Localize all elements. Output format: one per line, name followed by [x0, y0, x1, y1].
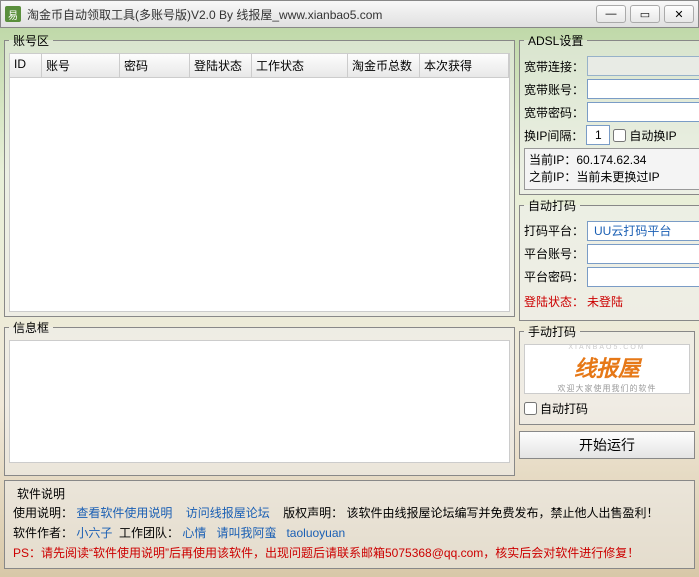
adsl-group: ADSL设置 宽带连接： 宽带账号： 宽带密码： 换IP间隔： 自动换IP 当前… — [519, 32, 699, 195]
info-legend: 信息框 — [9, 319, 53, 336]
adsl-autoip-label: 自动换IP — [629, 127, 676, 144]
adsl-acct-label: 宽带账号： — [524, 81, 584, 98]
help-team1-link[interactable]: 心情 — [182, 526, 206, 540]
cap-acct-label: 平台账号： — [524, 245, 584, 262]
help-team-label: 工作团队： — [119, 526, 179, 540]
cap-status-value: 未登陆 — [587, 293, 699, 310]
app-icon: 易 — [5, 6, 21, 22]
cap-pwd-input[interactable] — [587, 267, 699, 287]
adsl-ipgap-label: 换IP间隔： — [524, 127, 583, 144]
titlebar: 易 淘金币自动领取工具(多账号版)V2.0 By 线报屋_www.xianbao… — [0, 0, 699, 28]
ip-info-box: 当前IP：60.174.62.34 之前IP：当前未更换过IP — [524, 148, 699, 190]
col-coin-total[interactable]: 淘金币总数 — [348, 54, 420, 77]
mancap-group: 手动打码 XIANBAO5.COM 线报屋 欢迎大家使用我们的软件 自动打码 — [519, 323, 695, 425]
help-copyright-text: 该软件由线报屋论坛编写并免费发布，禁止他人出售盈利！ — [346, 506, 658, 520]
adsl-conn-label: 宽带连接： — [524, 58, 584, 75]
help-copyright-label: 版权声明： — [283, 506, 343, 520]
col-work-status[interactable]: 工作状态 — [252, 54, 348, 77]
col-password[interactable]: 密码 — [120, 54, 190, 77]
help-usage-link[interactable]: 查看软件使用说明 — [76, 506, 172, 520]
help-forum-link[interactable]: 访问线报屋论坛 — [186, 506, 270, 520]
adsl-conn-select[interactable] — [587, 56, 699, 76]
col-id[interactable]: ID — [10, 54, 42, 77]
accounts-table-body[interactable] — [9, 78, 510, 312]
accounts-group: 账号区 ID 账号 密码 登陆状态 工作状态 淘金币总数 本次获得 — [4, 32, 515, 317]
info-group: 信息框 — [4, 319, 515, 476]
preip-value: 当前未更换过IP — [576, 170, 659, 184]
minimize-button[interactable]: — — [596, 5, 626, 23]
help-author-link[interactable]: 小六子 — [76, 526, 112, 540]
adsl-pwd-input[interactable] — [587, 102, 699, 122]
window-title: 淘金币自动领取工具(多账号版)V2.0 By 线报屋_www.xianbao5.… — [27, 6, 596, 23]
adsl-pwd-label: 宽带密码： — [524, 104, 584, 121]
accounts-table-header: ID 账号 密码 登陆状态 工作状态 淘金币总数 本次获得 — [9, 53, 510, 78]
adsl-legend: ADSL设置 — [524, 32, 587, 49]
captcha-sub: 欢迎大家使用我们的软件 — [558, 383, 657, 394]
autocap-checkbox[interactable] — [524, 402, 537, 415]
captcha-brand: 线报屋 — [574, 351, 640, 383]
help-team3-link[interactable]: taoluoyuan — [286, 526, 345, 540]
cap-platform-label: 打码平台： — [524, 222, 584, 239]
autocap-label: 自动打码 — [540, 400, 588, 417]
close-button[interactable]: ✕ — [664, 5, 694, 23]
cap-acct-input[interactable] — [587, 244, 699, 264]
help-group: 软件说明 使用说明： 查看软件使用说明 访问线报屋论坛 版权声明： 该软件由线报… — [13, 485, 686, 564]
captcha-image: XIANBAO5.COM 线报屋 欢迎大家使用我们的软件 — [524, 344, 690, 394]
mancap-legend: 手动打码 — [524, 323, 580, 340]
autocap-group: 自动打码 打码平台：UU云打码平台 平台账号： 平台密码： 登陆状态： 未登陆 … — [519, 197, 699, 321]
cap-status-label: 登陆状态： — [524, 293, 584, 310]
help-author-label: 软件作者： — [13, 526, 73, 540]
help-team2-link[interactable]: 请叫我阿蛮 — [216, 526, 276, 540]
preip-label: 之前IP： — [529, 170, 576, 184]
start-button[interactable]: 开始运行 — [519, 431, 695, 459]
col-account[interactable]: 账号 — [42, 54, 120, 77]
accounts-legend: 账号区 — [9, 32, 53, 49]
col-login-status[interactable]: 登陆状态 — [190, 54, 252, 77]
autocap-legend: 自动打码 — [524, 197, 580, 214]
adsl-ipgap-input[interactable] — [586, 125, 610, 145]
adsl-autoip-checkbox[interactable] — [613, 129, 626, 142]
cap-platform-select[interactable]: UU云打码平台 — [587, 221, 699, 241]
help-usage-label: 使用说明： — [13, 506, 73, 520]
curip-label: 当前IP： — [529, 153, 576, 167]
help-ps-text: PS：请先阅读“软件使用说明”后再使用该软件，出现问题后请联系邮箱5075368… — [13, 544, 686, 562]
curip-value: 60.174.62.34 — [576, 153, 646, 167]
captcha-url: XIANBAO5.COM — [568, 344, 645, 351]
maximize-button[interactable]: ▭ — [630, 5, 660, 23]
adsl-acct-input[interactable] — [587, 79, 699, 99]
info-textarea[interactable] — [9, 340, 510, 463]
cap-pwd-label: 平台密码： — [524, 268, 584, 285]
help-legend: 软件说明 — [13, 485, 69, 502]
col-this-gain[interactable]: 本次获得 — [420, 54, 509, 77]
